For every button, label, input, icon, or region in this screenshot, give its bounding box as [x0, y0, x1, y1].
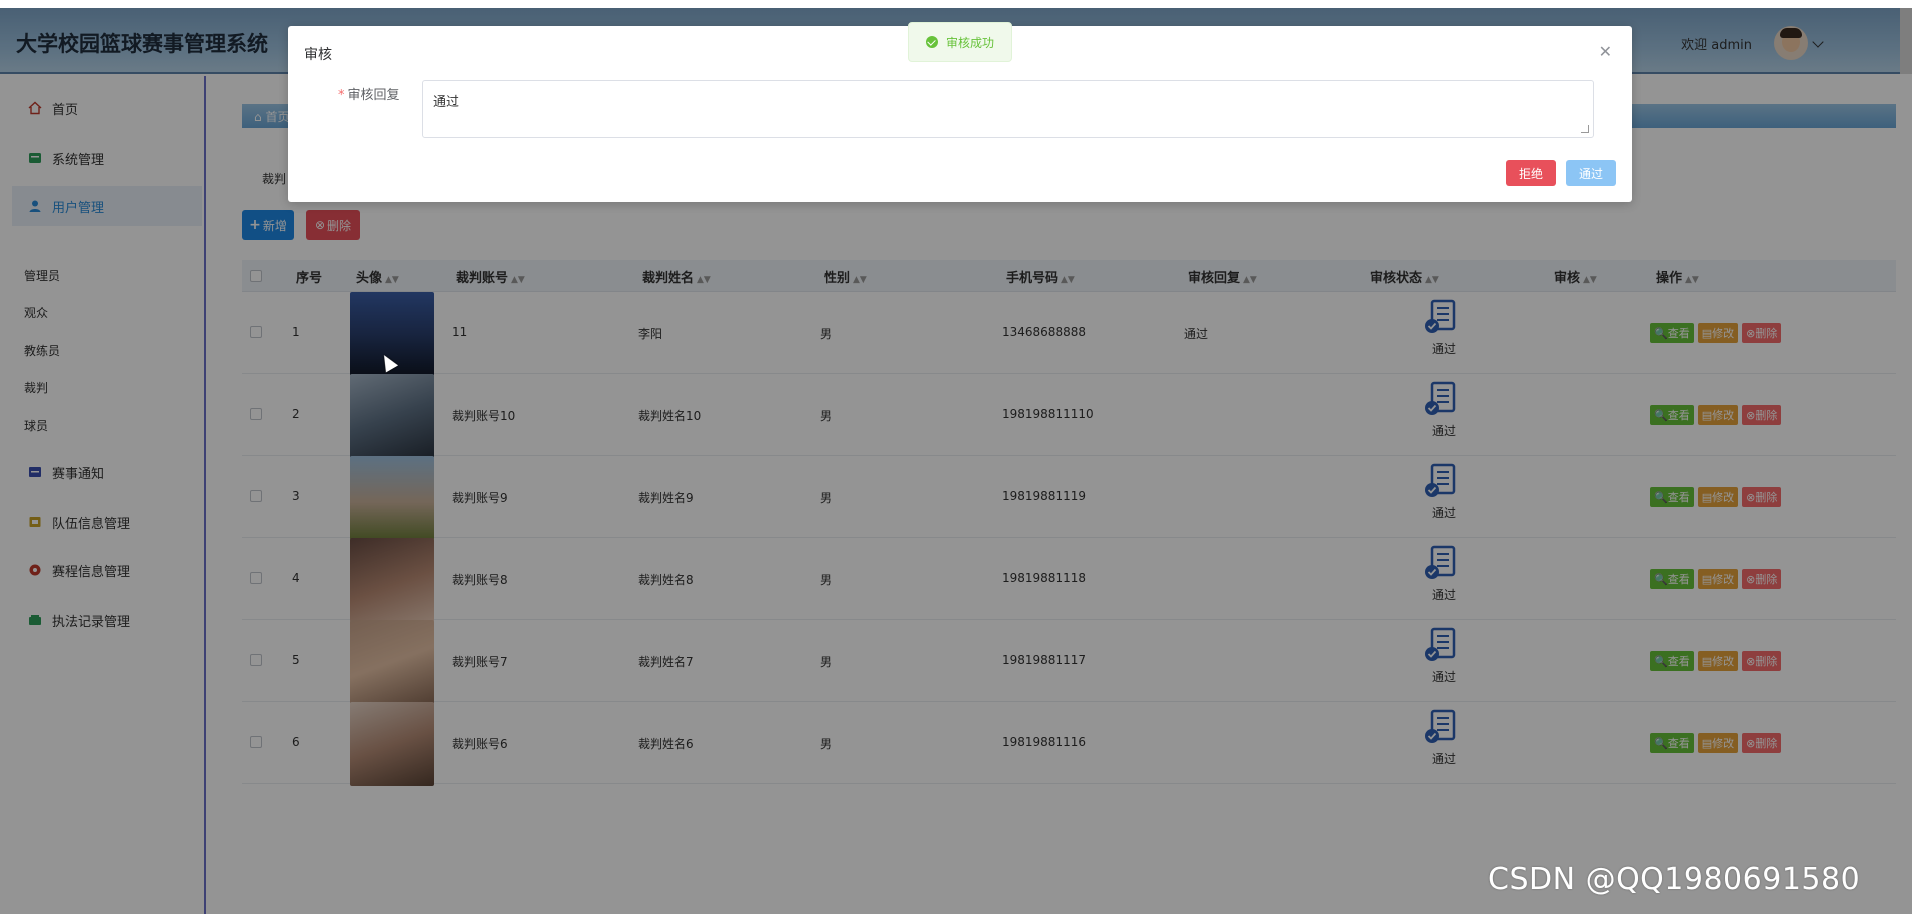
check-circle-icon	[925, 36, 938, 48]
reply-textarea-value: 通过	[433, 95, 460, 110]
close-icon[interactable]: ✕	[1599, 42, 1612, 61]
top-strip	[0, 0, 1912, 8]
watermark: CSDN @QQ1980691580	[1488, 862, 1861, 897]
resize-handle[interactable]	[1581, 125, 1589, 133]
success-toast: 审核成功	[908, 22, 1012, 62]
pass-button[interactable]: 通过	[1566, 160, 1616, 186]
dialog-title: 审核	[304, 47, 332, 63]
toast-text: 审核成功	[945, 35, 994, 50]
required-marker: *	[338, 88, 345, 103]
reject-button[interactable]: 拒绝	[1506, 160, 1556, 186]
reply-field-label-text: 审核回复	[347, 88, 400, 103]
reply-field-label: * 审核回复	[338, 84, 400, 103]
reply-textarea[interactable]: 通过	[422, 80, 1594, 138]
